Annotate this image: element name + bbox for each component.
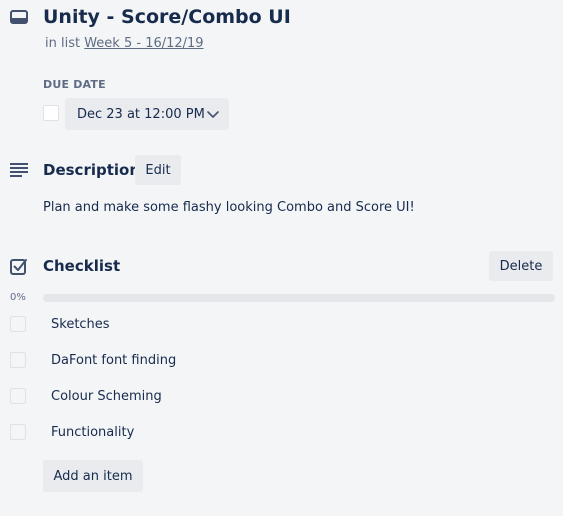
due-date-checkbox[interactable]: [43, 105, 59, 121]
description-icon: [10, 163, 28, 177]
checklist-item-checkbox[interactable]: [10, 352, 26, 368]
checklist-item[interactable]: Functionality: [10, 418, 550, 446]
checklist-item-checkbox[interactable]: [10, 316, 26, 332]
checklist-item[interactable]: Colour Scheming: [10, 382, 550, 410]
checklist-title: Checklist: [43, 257, 121, 275]
checklist-icon: [10, 259, 27, 275]
edit-description-button[interactable]: Edit: [135, 155, 181, 185]
chevron-down-icon: [207, 111, 219, 118]
progress-percent: 0%: [10, 292, 26, 303]
due-date-button[interactable]: Dec 23 at 12:00 PM: [65, 98, 229, 130]
progress-bar: [43, 294, 555, 302]
in-list-prefix: in list: [45, 36, 81, 51]
checklist-item-label[interactable]: Sketches: [51, 317, 110, 332]
checklist-item-checkbox[interactable]: [10, 388, 26, 404]
checklist-item-label[interactable]: Functionality: [51, 425, 134, 440]
delete-checklist-button[interactable]: Delete: [489, 251, 553, 281]
checklist-item-label[interactable]: Colour Scheming: [51, 389, 162, 404]
description-text[interactable]: Plan and make some flashy looking Combo …: [43, 200, 415, 215]
checklist-item-checkbox[interactable]: [10, 424, 26, 440]
card-icon: [10, 10, 28, 24]
add-item-button[interactable]: Add an item: [43, 460, 143, 492]
card-title: Unity - Score/Combo UI: [43, 6, 291, 28]
list-link[interactable]: Week 5 - 16/12/19: [84, 36, 203, 51]
checklist-item[interactable]: DaFont font finding: [10, 346, 550, 374]
due-date-value: Dec 23 at 12:00 PM: [77, 106, 205, 122]
due-date-label: DUE DATE: [43, 78, 106, 91]
checklist-item-label[interactable]: DaFont font finding: [51, 353, 176, 368]
checklist-item[interactable]: Sketches: [10, 310, 550, 338]
in-list-line: in list Week 5 - 16/12/19: [45, 36, 204, 51]
description-title: Description: [43, 161, 141, 179]
